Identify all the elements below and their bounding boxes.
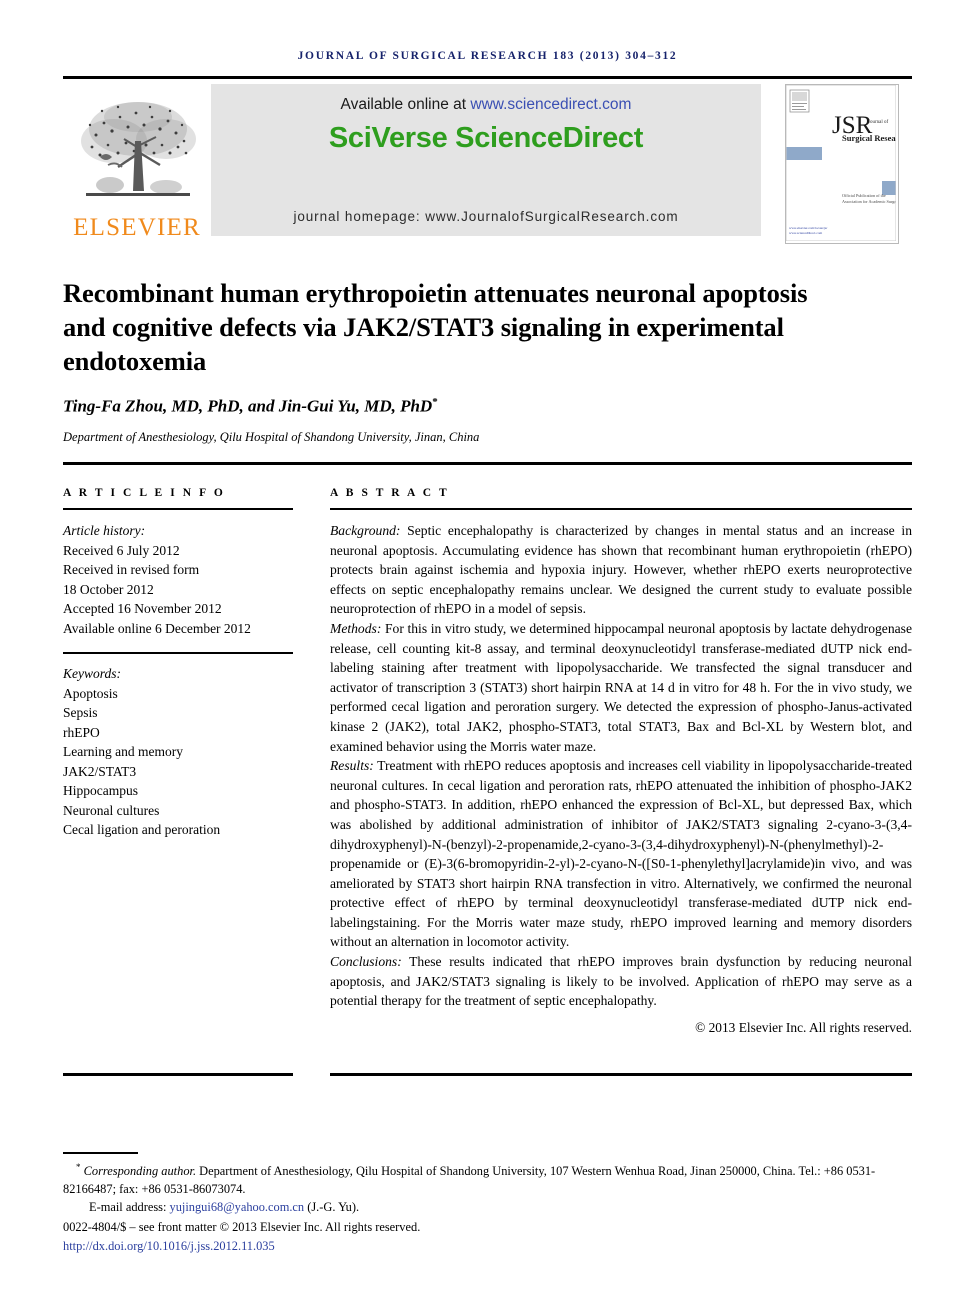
background-label: Background: — [330, 523, 401, 538]
methods-text: For this in vitro study, we determined h… — [330, 620, 912, 754]
keyword-item: Hippocampus — [63, 783, 138, 798]
article-info-bottom-rule — [63, 1073, 293, 1076]
doi-link[interactable]: http://dx.doi.org/10.1016/j.jss.2012.11.… — [63, 1238, 912, 1256]
corresponding-author-note: * Corresponding author. Department of An… — [63, 1159, 912, 1198]
footnote-block: * Corresponding author. Department of An… — [63, 1159, 912, 1255]
abstract-rule — [330, 508, 912, 510]
results-text: Treatment with rhEPO reduces apoptosis a… — [330, 758, 912, 950]
keyword-item: Neuronal cultures — [63, 802, 160, 818]
history-item: Accepted 16 November 2012 — [63, 601, 222, 616]
keyword-item: JAK2/STAT3 — [63, 763, 137, 779]
email-suffix: (J.-G. Yu). — [304, 1200, 360, 1215]
jsr-cover-image: JSR Journal of Surgical Research Officia… — [786, 85, 898, 242]
conclusions-text: These results indicated that rhEPO impro… — [330, 954, 912, 1009]
header-rule — [63, 76, 912, 79]
conclusions-label: Conclusions: — [330, 954, 402, 970]
article-history-label: Article history: — [63, 523, 146, 538]
svg-text:www.elsevier.com/locate/jsr: www.elsevier.com/locate/jsr — [789, 226, 828, 230]
email-label: E-mail address: — [89, 1200, 170, 1215]
author-names: Ting-Fa Zhou, MD, PhD, and Jin-Gui Yu, M… — [63, 396, 433, 416]
svg-text:Official Publication of the: Official Publication of the — [842, 193, 886, 198]
abstract-body: Background: Septic encephalopathy is cha… — [330, 521, 912, 1037]
keyword-item: Cecal ligation and peroration — [63, 822, 221, 837]
sciencedirect-link[interactable]: www.sciencedirect.com — [470, 96, 631, 113]
keywords-label: Keywords: — [63, 666, 121, 681]
available-online-text: Available online at — [340, 96, 471, 113]
affiliation: Department of Anesthesiology, Qilu Hospi… — [63, 430, 480, 444]
sciverse-sciencedirect-logo: SciVerse ScienceDirect — [328, 122, 644, 154]
history-item: 18 October 2012 — [63, 581, 154, 597]
elsevier-logo: ELSEVIER — [63, 84, 211, 240]
keyword-item: Apoptosis — [63, 685, 118, 701]
available-online-line: Available online at www.sciencedirect.co… — [341, 96, 632, 114]
footnote-marker: * — [76, 1162, 81, 1172]
history-item: Available online 6 December 2012 — [63, 620, 251, 636]
svg-text:Surgical Research: Surgical Research — [842, 133, 896, 143]
history-item: Received 6 July 2012 — [63, 542, 180, 558]
svg-text:Association for Academic Surge: Association for Academic Surgery — [842, 199, 896, 204]
methods-label: Methods: — [330, 620, 382, 636]
abstract-column: A B S T R A C T Background: Septic encep… — [330, 487, 912, 1037]
abstract-methods: Methods: For this in vitro study, we det… — [330, 619, 912, 756]
abstract-bottom-rule — [330, 1073, 912, 1076]
results-label: Results: — [330, 758, 374, 774]
elsevier-wordmark: ELSEVIER — [73, 214, 201, 241]
history-item: Received in revised form — [63, 562, 200, 577]
elsevier-tree-icon — [81, 102, 196, 196]
journal-cover-thumbnail: JSR Journal of Surgical Research Officia… — [785, 84, 899, 244]
page-title: Recombinant human erythropoietin attenua… — [63, 277, 808, 376]
footnote-rule — [63, 1152, 138, 1154]
keywords-rule — [63, 652, 293, 654]
corresponding-author-marker: * — [432, 396, 438, 408]
abstract-copyright: © 2013 Elsevier Inc. All rights reserved… — [695, 1019, 912, 1035]
publisher-banner: ELSEVIER Available online at www.science… — [63, 84, 912, 244]
background-text: Septic encephalopathy is characterized b… — [330, 523, 912, 617]
abstract-conclusions: Conclusions: These results indicated tha… — [330, 952, 912, 1011]
email-note: E-mail address: yujingui68@yahoo.com.cn … — [63, 1199, 912, 1217]
abstract-background: Background: Septic encephalopathy is cha… — [330, 521, 912, 619]
article-info-column: A R T I C L E I N F O Article history: R… — [63, 487, 293, 840]
article-info-rule — [63, 508, 293, 510]
running-head: Journal of Surgical Research 183 (2013) … — [297, 50, 678, 62]
svg-text:www.scienceDirect.com: www.scienceDirect.com — [789, 231, 822, 235]
article-info-heading: A R T I C L E I N F O — [63, 487, 226, 499]
svg-text:Journal of: Journal of — [868, 120, 888, 125]
front-matter-line: 0022-4804/$ – see front matter © 2013 El… — [63, 1219, 421, 1234]
corresponding-author-label: Corresponding author. — [83, 1164, 197, 1179]
keywords-block: Keywords: Apoptosis Sepsis rhEPO Learnin… — [63, 664, 293, 840]
email-address-link[interactable]: yujingui68@yahoo.com.cn — [170, 1200, 305, 1214]
article-history-block: Article history: Received 6 July 2012 Re… — [63, 521, 293, 638]
paper-page: Journal of Surgical Research 183 (2013) … — [0, 0, 975, 1305]
author-list: Ting-Fa Zhou, MD, PhD, and Jin-Gui Yu, M… — [63, 396, 863, 417]
keyword-item: rhEPO — [63, 724, 100, 740]
abstract-results: Results: Treatment with rhEPO reduces ap… — [330, 756, 912, 952]
keyword-item: Learning and memory — [63, 744, 183, 759]
sciencedirect-banner: Available online at www.sciencedirect.co… — [211, 84, 761, 236]
section-divider-rule — [63, 462, 912, 465]
keyword-item: Sepsis — [63, 705, 98, 720]
abstract-heading: A B S T R A C T — [330, 487, 450, 499]
journal-homepage-line[interactable]: journal homepage: www.JournalofSurgicalR… — [211, 209, 761, 224]
